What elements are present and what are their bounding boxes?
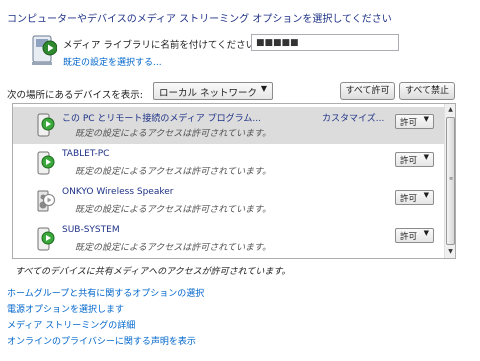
access-dropdown[interactable]: 許可 ▼ — [395, 228, 434, 243]
access-dropdown[interactable]: 許可 ▼ — [395, 114, 434, 129]
device-access-status: 既定の設定によるアクセスは許可されています。 — [75, 243, 272, 253]
scrollbar-thumb[interactable]: ≡ — [446, 117, 455, 245]
chevron-down-icon: ▼ — [260, 84, 267, 93]
privacy-statement-link[interactable]: オンラインのプライバシーに関する声明を表示 — [7, 334, 196, 347]
choose-default-settings-link[interactable]: 既定の設定を選択する... — [63, 55, 162, 68]
device-access-status: 既定の設定によるアクセスは許可されています。 — [75, 205, 272, 215]
grip-icon: ≡ — [449, 176, 454, 182]
library-name-field[interactable] — [251, 34, 399, 51]
scroll-down-arrow-icon[interactable]: ▼ — [445, 246, 455, 258]
block-all-button[interactable]: すべて禁止 — [399, 82, 455, 100]
access-value: 許可 — [400, 156, 418, 166]
show-devices-label: 次の場所にあるデバイスを表示: — [7, 90, 143, 101]
chevron-down-icon: ▼ — [423, 153, 429, 161]
network-location-value: ローカル ネットワーク — [159, 88, 258, 99]
scroll-up-arrow-icon[interactable]: ▲ — [445, 104, 455, 116]
chevron-down-icon: ▼ — [423, 191, 429, 199]
device-row[interactable]: この PC とリモート接続のメディア プログラム... 既定の設定によるアクセス… — [13, 107, 444, 144]
device-access-status: 既定の設定によるアクセスは許可されています。 — [75, 129, 272, 139]
device-name: ONKYO Wireless Speaker — [62, 187, 174, 197]
all-devices-allowed-note: すべてのデバイスに共有メディアへのアクセスが許可されています。 — [15, 267, 291, 277]
library-name-label: メディア ライブラリに名前を付けてください: — [63, 40, 259, 51]
device-access-status: 既定の設定によるアクセスは許可されています。 — [75, 167, 272, 177]
access-value: 許可 — [400, 118, 418, 128]
device-row[interactable]: SUB-SYSTEM 既定の設定によるアクセスは許可されています。 許可 ▼ — [13, 221, 444, 258]
homegroup-sharing-options-link[interactable]: ホームグループと共有に関するオプションの選択 — [7, 286, 204, 299]
allow-all-button[interactable]: すべて許可 — [340, 82, 395, 100]
network-location-dropdown[interactable]: ローカル ネットワーク ▼ — [153, 82, 273, 100]
device-name: TABLET-PC — [62, 149, 110, 159]
access-dropdown[interactable]: 許可 ▼ — [395, 152, 434, 167]
chevron-down-icon: ▼ — [423, 115, 429, 123]
media-device-icon — [37, 227, 55, 251]
chevron-down-icon: ▼ — [423, 229, 429, 237]
device-row[interactable]: TABLET-PC 既定の設定によるアクセスは許可されています。 許可 ▼ — [13, 145, 444, 182]
customize-link[interactable]: カスタマイズ... — [322, 111, 384, 124]
media-device-icon — [37, 151, 55, 175]
media-streaming-details-link[interactable]: メディア ストリーミングの詳細 — [7, 318, 135, 331]
access-dropdown[interactable]: 許可 ▼ — [395, 190, 434, 205]
vertical-scrollbar[interactable]: ▲ ≡ ▼ — [444, 104, 455, 258]
device-name: SUB-SYSTEM — [62, 225, 120, 235]
device-name: この PC とリモート接続のメディア プログラム... — [62, 114, 261, 124]
device-list: この PC とリモート接続のメディア プログラム... 既定の設定によるアクセス… — [12, 103, 456, 259]
power-options-link[interactable]: 電源オプションを選択します — [7, 302, 124, 315]
speaker-device-icon — [37, 190, 55, 212]
access-value: 許可 — [400, 194, 418, 204]
access-value: 許可 — [400, 232, 418, 242]
media-library-icon — [32, 35, 57, 65]
page-heading: コンピューターやデバイスのメディア ストリーミング オプションを選択してください — [7, 14, 392, 25]
device-row[interactable]: ONKYO Wireless Speaker 既定の設定によるアクセスは許可され… — [13, 183, 444, 220]
media-device-icon — [37, 113, 55, 137]
